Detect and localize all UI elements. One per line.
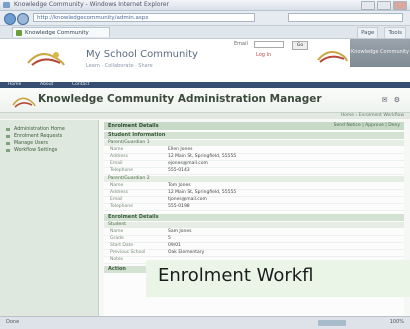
field-value: Sam Jones (168, 229, 192, 234)
table-row: Grade 5 (104, 236, 404, 243)
partner-logo-icon (317, 51, 348, 63)
school-name: My School Community (86, 49, 198, 60)
field-label: Name (110, 183, 124, 188)
tab-knowledge-community[interactable]: Knowledge Community (12, 27, 110, 37)
field-value: 12 Main St, Springfield, 55555 (168, 190, 237, 195)
field-label: Name (110, 229, 124, 234)
breadcrumb[interactable]: Home › Enrolment Workflow (341, 113, 404, 119)
field-value: Tom Jones (168, 183, 191, 188)
favicon-icon (16, 30, 22, 36)
forward-button[interactable] (17, 13, 29, 25)
breadcrumb-bar: Home › Enrolment Workflow (0, 113, 410, 119)
sidebar-item-manage-users[interactable]: Manage Users (0, 140, 98, 147)
status-text: Done (6, 319, 20, 325)
table-row: Telephone 555-0143 (104, 168, 404, 175)
table-row: Address 12 Main St, Springfield, 55555 (104, 154, 404, 161)
field-value: tjones@mail.com (168, 197, 207, 202)
school-logo-icon (27, 52, 65, 66)
field-value: 555-0198 (168, 204, 190, 209)
section-student-info: Student Information (104, 132, 404, 139)
url-field[interactable]: http://knowledgecommunity/admin.aspx (33, 13, 255, 22)
sidebar-item-admin-home[interactable]: Administration Home (0, 126, 98, 133)
header-icons[interactable]: ✉ ⚙ (382, 96, 402, 104)
app-logo-icon (12, 97, 36, 108)
field-value: 09/01 (168, 243, 181, 248)
table-row: Name Sam Jones (104, 229, 404, 236)
table-row: Address 12 Main St, Springfield, 55555 (104, 190, 404, 197)
table-row: Email tjones@mail.com (104, 197, 404, 204)
table-row: Previous School Oak Elementary (104, 250, 404, 257)
browser-window: Knowledge Community - Windows Internet E… (0, 0, 410, 329)
panel-actions[interactable]: Send Notice | Approve | Deny (334, 122, 400, 130)
field-value: 5 (168, 236, 171, 241)
minimize-button[interactable] (361, 1, 375, 10)
table-row: Start Date 09/01 (104, 243, 404, 250)
portal-badge: Knowledge Community (350, 39, 410, 67)
page-menu[interactable]: Page (357, 27, 379, 39)
tab-label: Knowledge Community (25, 30, 89, 36)
field-value: 12 Main St, Springfield, 55555 (168, 154, 237, 159)
login-link[interactable]: Log In (256, 52, 271, 58)
login-input[interactable] (254, 41, 284, 48)
go-button[interactable]: Go (292, 41, 308, 50)
sidebar-item-workflow-settings[interactable]: Workflow Settings (0, 147, 98, 154)
field-label: Notes (110, 257, 123, 262)
app-title: Knowledge Community Administration Manag… (38, 93, 322, 105)
section-enrolment-details: Enrolment Details (104, 214, 404, 221)
app-header: Knowledge Community Administration Manag… (0, 88, 410, 113)
tab-bar: Knowledge Community Page Tools (0, 26, 410, 39)
field-label: Telephone (110, 204, 133, 209)
admin-sidebar: Administration Home Enrolment Requests M… (0, 120, 99, 328)
field-label: Start Date (110, 243, 134, 248)
subsection-parent-1: Parent/Guardian 1 (104, 140, 404, 146)
field-label: Grade (110, 236, 124, 241)
field-label: Previous School (110, 250, 146, 255)
browser-icon (3, 2, 10, 8)
field-value: 555-0143 (168, 168, 190, 173)
back-button[interactable] (4, 13, 16, 25)
maximize-button[interactable] (377, 1, 391, 10)
zoom-level[interactable]: 100% (390, 319, 404, 325)
search-input[interactable] (288, 13, 403, 22)
table-row: Telephone 555-0198 (104, 204, 404, 211)
caption-text: Enrolment Workfl (158, 265, 314, 286)
login-label: Email (234, 41, 248, 47)
panel-title: Enrolment Details (108, 123, 159, 129)
field-label: Telephone (110, 168, 133, 173)
sidebar-item-enrolment-requests[interactable]: Enrolment Requests (0, 133, 98, 140)
school-tagline: Learn · Collaborate · Share (86, 63, 153, 69)
field-value: ejones@mail.com (168, 161, 208, 166)
tools-menu[interactable]: Tools (384, 27, 406, 39)
subsection-parent-2: Parent/Guardian 2 (104, 176, 404, 182)
field-label: Email (110, 161, 123, 166)
table-row: Email ejones@mail.com (104, 161, 404, 168)
table-row: Name Tom Jones (104, 183, 404, 190)
window-title: Knowledge Community - Windows Internet E… (14, 1, 169, 8)
field-value: Ellen Jones (168, 147, 193, 152)
close-button[interactable] (393, 1, 407, 10)
field-label: Address (110, 154, 128, 159)
field-label: Address (110, 190, 128, 195)
security-zone (318, 320, 346, 326)
enrolment-panel: Enrolment Details Send Notice | Approve … (104, 122, 404, 328)
table-row: Name Ellen Jones (104, 147, 404, 154)
caption-banner: Enrolment Workfl (146, 260, 410, 297)
address-bar: http://knowledgecommunity/admin.aspx (0, 11, 410, 26)
field-value: Oak Elementary (168, 250, 205, 255)
portal-header: My School Community Learn · Collaborate … (0, 39, 410, 87)
window-titlebar: Knowledge Community - Windows Internet E… (0, 0, 410, 11)
subsection-student: Student (104, 222, 404, 228)
field-label: Name (110, 147, 124, 152)
field-label: Email (110, 197, 123, 202)
status-bar: Done 100% (0, 316, 410, 329)
panel-header: Enrolment Details Send Notice | Approve … (104, 122, 404, 130)
